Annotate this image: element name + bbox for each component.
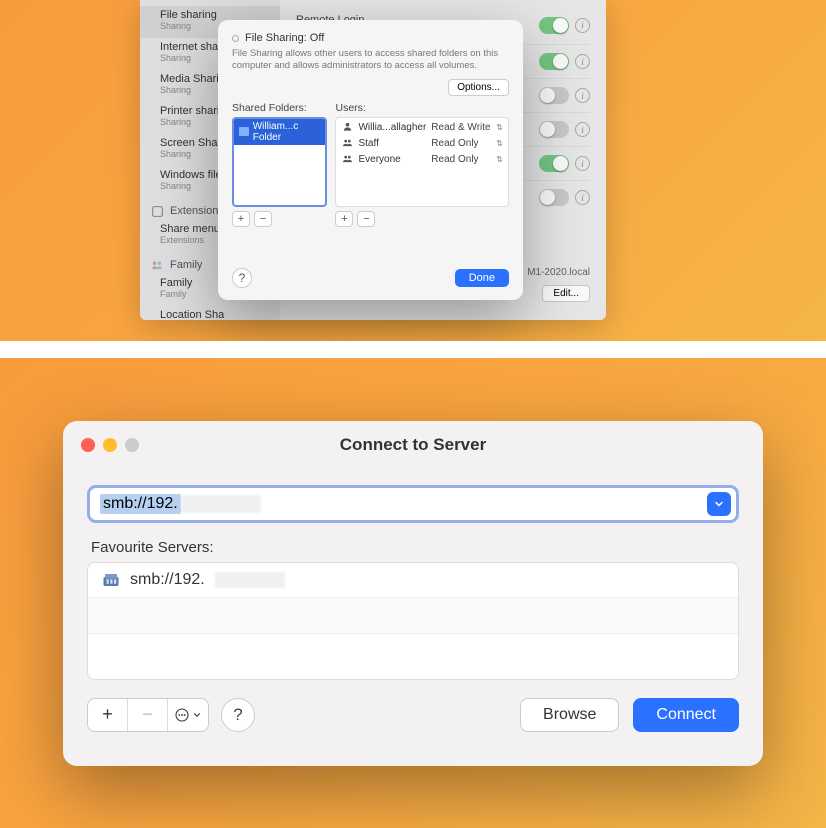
add-favourite-button[interactable]: + xyxy=(88,699,128,731)
info-icon[interactable]: i xyxy=(575,190,590,205)
hostname-label: M1-2020.local xyxy=(527,267,590,278)
favourite-empty-row xyxy=(88,634,738,670)
action-menu-button[interactable] xyxy=(168,699,208,731)
option-toggle-5[interactable] xyxy=(539,155,569,172)
user-row[interactable]: Willia...allagher Read & Write ⇅ xyxy=(336,120,508,136)
remove-user-button[interactable]: − xyxy=(357,211,375,227)
add-user-button[interactable]: + xyxy=(335,211,353,227)
family-icon xyxy=(150,258,164,272)
traffic-lights xyxy=(81,438,139,452)
titlebar: Connect to Server xyxy=(63,421,763,469)
shared-folders-column: Shared Folders: William...c Folder + − xyxy=(232,102,327,260)
minimize-window-button[interactable] xyxy=(103,438,117,452)
info-icon[interactable]: i xyxy=(575,54,590,69)
info-icon[interactable]: i xyxy=(575,122,590,137)
done-button[interactable]: Done xyxy=(455,269,509,287)
remove-favourite-button[interactable]: − xyxy=(128,699,168,731)
favourite-empty-row xyxy=(88,598,738,634)
folder-icon xyxy=(239,127,249,136)
chevron-updown-icon[interactable]: ⇅ xyxy=(496,155,503,164)
chevron-down-icon xyxy=(192,710,202,720)
close-window-button[interactable] xyxy=(81,438,95,452)
redacted-text xyxy=(215,572,285,588)
help-button[interactable]: ? xyxy=(232,268,252,288)
favourites-toolbar: + − xyxy=(87,698,209,732)
edit-hostname-button[interactable]: Edit... xyxy=(542,285,590,302)
favourites-label: Favourite Servers: xyxy=(91,539,739,556)
connect-button[interactable]: Connect xyxy=(633,698,739,732)
add-folder-button[interactable]: + xyxy=(232,211,250,227)
user-row[interactable]: Staff Read Only ⇅ xyxy=(336,136,508,152)
user-row[interactable]: Everyone Read Only ⇅ xyxy=(336,152,508,168)
sidebar-item-location-sharing[interactable]: Location Sha Family xyxy=(140,306,280,320)
shared-folders-header: Shared Folders: xyxy=(232,102,327,114)
ellipsis-circle-icon xyxy=(174,707,190,723)
sheet-title: File Sharing: Off xyxy=(232,32,509,44)
redacted-text xyxy=(181,495,261,513)
remove-folder-button[interactable]: − xyxy=(254,211,272,227)
person-icon xyxy=(341,121,353,135)
shared-folder-row[interactable]: William...c Folder xyxy=(234,119,325,145)
info-icon[interactable]: i xyxy=(575,88,590,103)
users-header: Users: xyxy=(335,102,509,114)
zoom-window-button[interactable] xyxy=(125,438,139,452)
status-off-icon xyxy=(232,35,239,42)
connect-to-server-panel: Connect to Server smb://192. Favourite S… xyxy=(0,358,826,828)
options-button[interactable]: Options... xyxy=(448,79,509,96)
users-column: Users: Willia...allagher Read & Write ⇅ xyxy=(335,102,509,260)
remote-login-toggle[interactable] xyxy=(539,17,569,34)
address-history-dropdown[interactable] xyxy=(707,492,731,516)
server-address-text[interactable]: smb://192. xyxy=(90,490,271,518)
help-button[interactable]: ? xyxy=(221,698,255,732)
server-address-field[interactable]: smb://192. xyxy=(87,485,739,523)
group-icon xyxy=(341,137,353,151)
users-list[interactable]: Willia...allagher Read & Write ⇅ Staff R… xyxy=(335,117,509,207)
extensions-icon xyxy=(150,204,164,218)
connect-to-server-window: Connect to Server smb://192. Favourite S… xyxy=(63,421,763,766)
favourites-list[interactable]: smb://192. xyxy=(87,562,739,680)
file-sharing-panel: File sharing Sharing Internet sharing Sh… xyxy=(0,0,826,341)
chevron-updown-icon[interactable]: ⇅ xyxy=(496,123,503,132)
info-icon[interactable]: i xyxy=(575,18,590,33)
option-toggle-6[interactable] xyxy=(539,189,569,206)
option-toggle-4[interactable] xyxy=(539,121,569,138)
file-sharing-sheet: File Sharing: Off File Sharing allows ot… xyxy=(218,20,523,300)
server-icon xyxy=(102,572,120,588)
option-toggle-2[interactable] xyxy=(539,53,569,70)
option-toggle-3[interactable] xyxy=(539,87,569,104)
browse-button[interactable]: Browse xyxy=(520,698,619,732)
group-icon xyxy=(341,153,353,167)
shared-folders-list[interactable]: William...c Folder xyxy=(232,117,327,207)
favourite-server-row[interactable]: smb://192. xyxy=(88,563,738,598)
sheet-description: File Sharing allows other users to acces… xyxy=(232,48,509,73)
chevron-updown-icon[interactable]: ⇅ xyxy=(496,139,503,148)
info-icon[interactable]: i xyxy=(575,156,590,171)
window-title: Connect to Server xyxy=(340,435,486,455)
